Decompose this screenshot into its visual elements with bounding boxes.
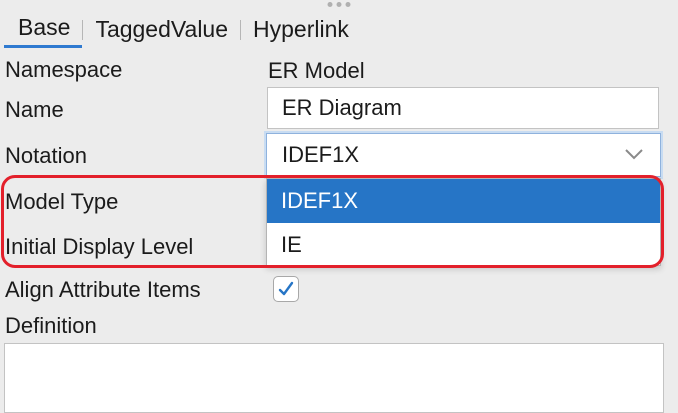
- notation-select[interactable]: IDEF1X: [266, 133, 661, 177]
- tab-base[interactable]: Base: [4, 12, 83, 48]
- grip-dot: [327, 2, 333, 7]
- definition-textarea[interactable]: [4, 343, 664, 413]
- definition-label: Definition: [5, 313, 97, 338]
- dropdown-option-ie[interactable]: IE: [267, 223, 660, 267]
- align-attribute-items-label: Align Attribute Items: [5, 277, 201, 302]
- name-input[interactable]: ER Diagram: [267, 87, 659, 129]
- dropdown-option-idef1x[interactable]: IDEF1X: [267, 179, 660, 223]
- grip-dot: [345, 2, 351, 7]
- notation-dropdown-list: IDEF1X IE: [266, 178, 661, 266]
- tab-taggedvalue[interactable]: TaggedValue: [83, 14, 240, 47]
- chevron-down-icon: [625, 149, 643, 160]
- grip-dot: [336, 2, 342, 7]
- notation-selected-value: IDEF1X: [282, 142, 360, 167]
- panel-grip-icon[interactable]: [327, 2, 351, 7]
- tab-hyperlink[interactable]: Hyperlink: [241, 14, 361, 47]
- initial-display-level-label: Initial Display Level: [5, 234, 194, 259]
- namespace-value: ER Model: [268, 58, 365, 83]
- namespace-label: Namespace: [5, 57, 123, 82]
- tab-bar: Base TaggedValue Hyperlink: [4, 12, 361, 48]
- name-label: Name: [5, 97, 64, 122]
- checkmark-icon: [278, 281, 294, 296]
- notation-label: Notation: [5, 143, 87, 168]
- align-attribute-items-checkbox[interactable]: [273, 276, 299, 302]
- model-type-label: Model Type: [5, 189, 119, 214]
